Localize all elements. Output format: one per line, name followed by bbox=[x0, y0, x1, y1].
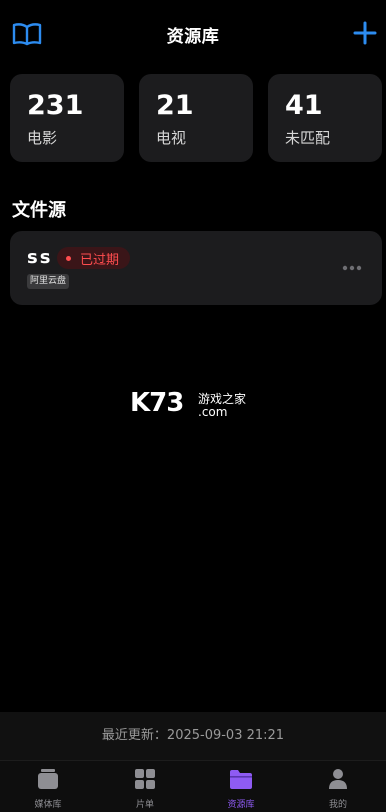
tab-label: 资源库 bbox=[227, 800, 255, 810]
tab-playlist[interactable]: 片单 bbox=[97, 761, 193, 812]
tab-profile[interactable]: 我的 bbox=[290, 761, 386, 812]
stat-card-unmatched[interactable]: 41 未匹配 bbox=[268, 74, 382, 162]
stat-card-movies[interactable]: 231 电影 bbox=[10, 74, 124, 162]
tab-media-library[interactable]: 媒体库 bbox=[0, 761, 96, 812]
page-title: 资源库 bbox=[166, 27, 220, 47]
tab-bar: 媒体库 片单 资源库 我的 bbox=[0, 760, 386, 812]
folder-icon bbox=[230, 770, 252, 789]
tab-label: 我的 bbox=[328, 800, 347, 810]
stat-value: 231 bbox=[27, 90, 84, 121]
person-icon bbox=[329, 769, 347, 789]
last-update-bar: 最近更新：2025-09-03 21:21 bbox=[0, 712, 386, 760]
status-dot-icon bbox=[66, 255, 71, 261]
status-badge: 已过期 bbox=[57, 247, 131, 269]
tab-resource-library[interactable]: 资源库 bbox=[193, 761, 289, 812]
stat-card-tv[interactable]: 21 电视 bbox=[139, 74, 253, 162]
watermark-domain: .com bbox=[198, 405, 228, 419]
status-text: 已过期 bbox=[80, 252, 120, 268]
stat-label: 电影 bbox=[27, 129, 58, 147]
source-name: ss bbox=[27, 247, 53, 268]
plus-icon[interactable] bbox=[352, 20, 378, 46]
tab-label: 媒体库 bbox=[34, 800, 62, 810]
stat-label: 未匹配 bbox=[285, 129, 331, 147]
source-card[interactable]: ss 已过期 阿里云盘 bbox=[10, 231, 382, 305]
section-title: 文件源 bbox=[12, 200, 66, 221]
grid-icon bbox=[135, 769, 155, 789]
media-library-icon bbox=[38, 769, 58, 789]
more-icon[interactable] bbox=[342, 265, 362, 271]
stat-value: 21 bbox=[156, 90, 194, 121]
tab-label: 片单 bbox=[135, 800, 154, 810]
stat-value: 41 bbox=[285, 90, 323, 121]
stat-label: 电视 bbox=[156, 129, 187, 147]
watermark: K73 游戏之家 .com bbox=[130, 388, 260, 422]
watermark-logo: K73 bbox=[130, 388, 184, 418]
header: 资源库 bbox=[0, 0, 386, 66]
source-type-tag: 阿里云盘 bbox=[27, 274, 70, 289]
stats-row: 231 电影 21 电视 41 未匹配 bbox=[10, 74, 382, 162]
